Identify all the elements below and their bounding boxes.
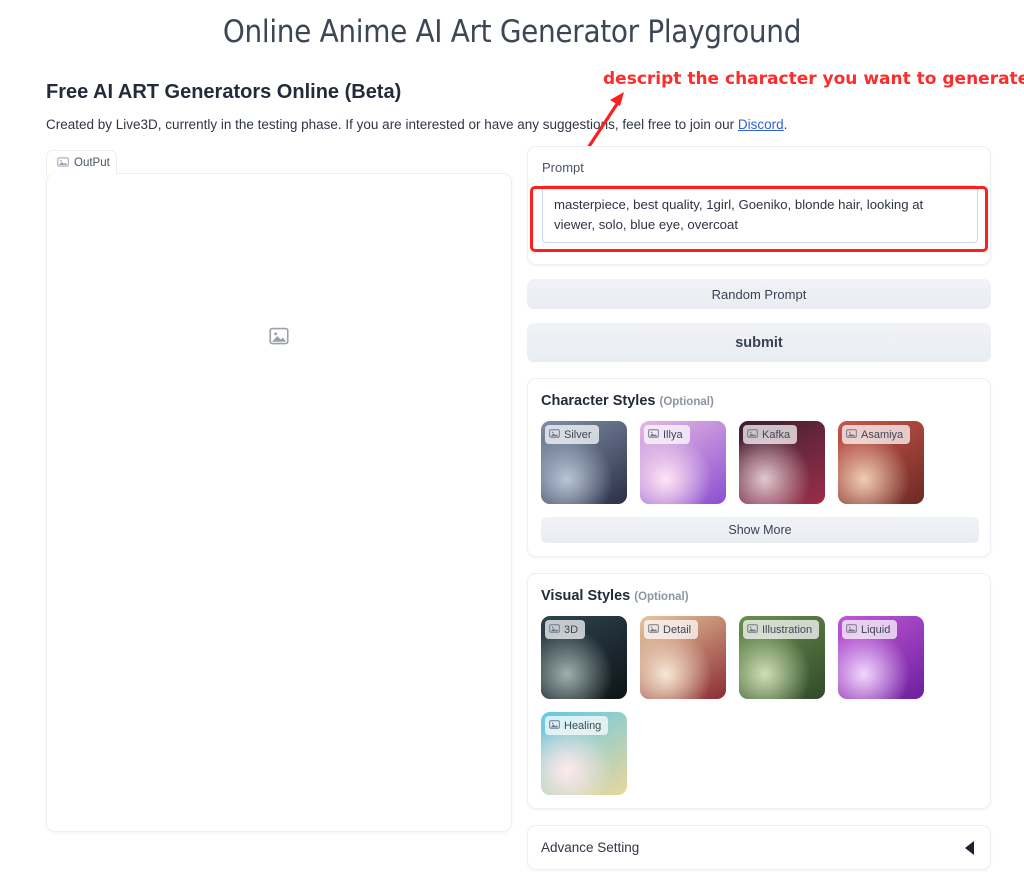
style-thumb-silver[interactable]: Silver	[541, 421, 627, 504]
style-thumb-label-text: Illya	[663, 428, 683, 441]
style-thumb-label-text: Kafka	[762, 428, 791, 441]
character-styles-card: Character Styles (Optional) Silver Illya K…	[527, 378, 991, 557]
style-thumb-label: Kafka	[743, 425, 798, 444]
style-thumb-label-text: Detail	[663, 623, 692, 636]
style-thumb-healing[interactable]: Healing	[541, 712, 627, 795]
image-placeholder-icon	[549, 428, 560, 442]
style-thumb-label: Healing	[545, 716, 609, 735]
discord-link[interactable]: Discord	[738, 117, 784, 132]
show-more-button[interactable]: Show More	[541, 517, 979, 543]
style-thumb-label: Detail	[644, 620, 699, 639]
image-placeholder-icon	[549, 623, 560, 637]
image-placeholder-icon	[747, 428, 758, 442]
advance-setting-label: Advance Setting	[541, 840, 640, 855]
advance-setting-row[interactable]: Advance Setting	[527, 825, 991, 870]
section-subtitle: Free AI ART Generators Online (Beta)	[46, 81, 402, 103]
image-placeholder-icon	[846, 623, 857, 637]
app-root: Online Anime AI Art Generator Playground…	[0, 0, 1024, 872]
prompt-card: Prompt	[527, 146, 991, 265]
image-placeholder-icon	[747, 623, 758, 637]
style-thumb-label-text: Illustration	[762, 623, 813, 636]
output-placeholder-icon	[269, 326, 289, 351]
style-thumb-label: Asamiya	[842, 425, 911, 444]
style-thumb-illya[interactable]: Illya	[640, 421, 726, 504]
character-styles-title: Character Styles (Optional)	[541, 393, 977, 409]
style-thumb-label-text: Silver	[564, 428, 592, 441]
prompt-input[interactable]	[542, 185, 978, 243]
style-thumb-label: Silver	[545, 425, 599, 444]
character-styles-title-text: Character Styles	[541, 393, 656, 409]
style-thumb-illustration[interactable]: Illustration	[739, 616, 825, 699]
style-thumb-kafka[interactable]: Kafka	[739, 421, 825, 504]
style-thumb-label-text: 3D	[564, 623, 579, 636]
character-styles-optional: (Optional)	[659, 396, 714, 408]
visual-styles-card: Visual Styles (Optional) 3D Detail Illustr…	[527, 573, 991, 809]
image-placeholder-icon	[648, 428, 659, 442]
triangle-left-icon[interactable]	[965, 840, 974, 855]
style-thumb-label-text: Healing	[564, 719, 602, 732]
style-thumb-detail[interactable]: Detail	[640, 616, 726, 699]
style-thumb-label-text: Liquid	[861, 623, 891, 636]
character-styles-list: Silver Illya Kafka Asamiya	[541, 421, 977, 504]
controls-column: Prompt Random Prompt submit Character St…	[527, 146, 991, 870]
annotation-text: descript the character you want to gener…	[603, 69, 1024, 89]
description-suffix: .	[783, 117, 788, 132]
image-placeholder-icon	[846, 428, 857, 442]
style-thumb-label: Liquid	[842, 620, 898, 639]
output-tab[interactable]: OutPut	[46, 150, 117, 175]
style-thumb-label-text: Asamiya	[861, 428, 904, 441]
image-placeholder-icon	[549, 719, 560, 733]
visual-styles-title-text: Visual Styles	[541, 588, 631, 604]
style-thumb-asamiya[interactable]: Asamiya	[838, 421, 924, 504]
style-thumb-label: 3D	[545, 620, 586, 639]
style-thumb-3d[interactable]: 3D	[541, 616, 627, 699]
submit-button[interactable]: submit	[527, 323, 991, 362]
image-placeholder-icon	[57, 156, 69, 171]
visual-styles-optional: (Optional)	[634, 591, 689, 603]
style-thumb-label: Illya	[644, 425, 690, 444]
visual-styles-list: 3D Detail Illustration Liquid Healing	[541, 616, 977, 795]
image-placeholder-icon	[648, 623, 659, 637]
output-tab-label: OutPut	[74, 157, 110, 169]
prompt-label: Prompt	[542, 160, 584, 175]
output-panel	[46, 173, 512, 832]
visual-styles-title: Visual Styles (Optional)	[541, 588, 977, 604]
random-prompt-button[interactable]: Random Prompt	[527, 279, 991, 309]
page-title: Online Anime AI Art Generator Playground	[222, 14, 802, 50]
description-text: Created by Live3D, currently in the test…	[46, 117, 787, 132]
style-thumb-label: Illustration	[743, 620, 820, 639]
style-thumb-liquid[interactable]: Liquid	[838, 616, 924, 699]
